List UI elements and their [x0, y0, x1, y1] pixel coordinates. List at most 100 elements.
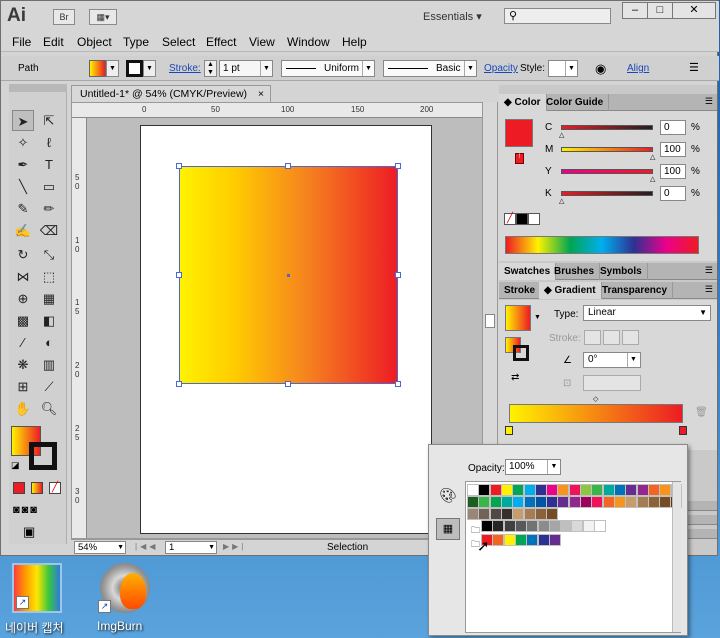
symbol-sprayer-tool-icon[interactable]: ❋	[12, 354, 34, 375]
channel-k-thumb[interactable]: △	[559, 197, 564, 205]
swatch[interactable]	[523, 508, 536, 520]
swatch[interactable]	[647, 496, 660, 508]
menu-select[interactable]: Select	[162, 35, 195, 49]
arrange-documents-button[interactable]: ▦▾	[89, 9, 117, 25]
swatch[interactable]	[489, 484, 502, 496]
swatch[interactable]	[512, 496, 525, 508]
fill-dropdown[interactable]: ▼	[106, 60, 119, 77]
line-tool-icon[interactable]: ╲	[12, 176, 34, 197]
channel-m-field[interactable]: 100	[660, 142, 686, 157]
swatch[interactable]	[526, 520, 539, 532]
menu-object[interactable]: Object	[77, 35, 112, 49]
tab-transparency[interactable]: Transparency	[597, 282, 674, 299]
fill-swatch[interactable]	[89, 60, 106, 77]
swatch[interactable]	[613, 484, 626, 496]
mesh-tool-icon[interactable]: ▩	[12, 310, 34, 331]
swatch[interactable]	[636, 496, 649, 508]
swatch[interactable]	[467, 508, 479, 520]
variable-width-profile[interactable]: Uniform ▼	[281, 60, 375, 77]
channel-k-field[interactable]: 0	[660, 186, 686, 201]
perspective-grid-tool-icon[interactable]: ▦	[38, 288, 60, 309]
swatch[interactable]	[503, 534, 516, 546]
gradient-type-select[interactable]: Linear ▼	[583, 305, 711, 321]
delete-stop-icon[interactable]: 🗑︎	[695, 407, 708, 418]
swatch[interactable]	[512, 508, 525, 520]
rectangle-tool-icon[interactable]: ▭	[38, 176, 60, 197]
menu-effect[interactable]: Effect	[206, 35, 236, 49]
panel-menu-icon[interactable]: ☰	[705, 96, 713, 107]
swatch[interactable]	[591, 484, 604, 496]
naver-capture-icon[interactable]: ↗	[12, 563, 62, 613]
gradient-slider[interactable]	[509, 404, 683, 423]
hand-tool-icon[interactable]: ✋	[12, 398, 34, 419]
swatch[interactable]	[478, 496, 491, 508]
tab-color-guide[interactable]: Color Guide	[541, 94, 610, 111]
swatch[interactable]	[534, 508, 547, 520]
free-transform-tool-icon[interactable]: ⬚	[38, 266, 60, 287]
tab-symbols[interactable]: Symbols	[595, 263, 648, 280]
swatch[interactable]	[625, 496, 638, 508]
swatch[interactable]	[534, 484, 547, 496]
swatch[interactable]	[537, 534, 550, 546]
gradient-stop-red[interactable]	[679, 426, 687, 435]
swatch[interactable]	[514, 534, 527, 546]
selection-handle[interactable]	[285, 163, 291, 169]
type-tool-icon[interactable]: T	[38, 154, 60, 175]
close-tab-icon[interactable]: ×	[258, 86, 264, 102]
stroke-weight-stepper[interactable]: ▲ ▼	[204, 60, 217, 77]
panel-menu-icon[interactable]: ☰	[705, 265, 713, 276]
selection-handle[interactable]	[285, 381, 291, 387]
swatch[interactable]	[560, 520, 573, 532]
swatch[interactable]	[526, 534, 539, 546]
recolor-artwork-icon[interactable]: ◉	[595, 61, 606, 77]
channel-c-slider[interactable]	[561, 125, 653, 130]
selection-handle[interactable]	[176, 163, 182, 169]
swatch[interactable]	[580, 484, 592, 496]
align-link[interactable]: Align	[627, 63, 649, 74]
style-dropdown[interactable]: ▼	[548, 60, 578, 77]
close-button[interactable]: ✕	[672, 2, 716, 19]
swatch[interactable]	[548, 534, 561, 546]
zoom-field[interactable]: 54% ▼	[74, 541, 126, 554]
reverse-gradient-icon[interactable]: ⇄	[511, 372, 519, 383]
artboard[interactable]	[140, 125, 432, 534]
panel-menu-icon[interactable]: ☰	[705, 284, 713, 295]
lasso-tool-icon[interactable]: ℓ	[38, 132, 60, 153]
swatch[interactable]	[613, 496, 626, 508]
opacity-link[interactable]: Opacity	[484, 63, 518, 74]
swatch[interactable]	[523, 484, 536, 496]
swatch[interactable]	[580, 496, 592, 508]
channel-c-field[interactable]: 0	[660, 120, 686, 135]
swatch-scrollbar[interactable]	[672, 482, 681, 632]
zoom-tool-icon[interactable]: 🔍︎	[38, 398, 60, 419]
control-panel-menu-icon[interactable]: ☰	[689, 61, 699, 74]
gradient-tool-icon[interactable]: ◧	[38, 310, 60, 331]
brush-definition[interactable]: Basic ▼	[383, 60, 477, 77]
blob-brush-tool-icon[interactable]: ✍	[12, 220, 34, 241]
swatch[interactable]	[647, 484, 660, 496]
gradient-midpoint[interactable]: ◇	[593, 395, 598, 403]
scroll-thumb[interactable]	[485, 314, 495, 328]
tools-panel-header[interactable]	[9, 84, 67, 92]
draw-modes-icon[interactable]: ◙◙◙	[13, 504, 39, 516]
artboard-nav-prev-icon[interactable]: |◀◀	[135, 542, 158, 551]
magic-wand-tool-icon[interactable]: ✧	[12, 132, 34, 153]
swatch[interactable]	[537, 520, 550, 532]
gradient-stop-yellow[interactable]	[505, 426, 513, 435]
tab-gradient[interactable]: ◆ Gradient	[539, 282, 602, 299]
swatch[interactable]	[546, 496, 559, 508]
stroke-color-box[interactable]	[29, 442, 57, 470]
blend-tool-icon[interactable]: ◐	[38, 332, 60, 353]
menu-view[interactable]: View	[249, 35, 275, 49]
white-swatch[interactable]	[528, 213, 540, 225]
swatch[interactable]	[568, 484, 581, 496]
menu-file[interactable]: File	[12, 35, 31, 49]
swatch[interactable]	[512, 484, 525, 496]
swatch[interactable]	[489, 496, 502, 508]
bridge-button[interactable]: Br	[53, 9, 75, 25]
swatch[interactable]	[659, 484, 672, 496]
artboard-nav-next-icon[interactable]: ▶▶|	[223, 542, 246, 551]
tab-brushes[interactable]: Brushes	[549, 263, 601, 280]
menu-window[interactable]: Window	[287, 35, 330, 49]
swatch[interactable]	[594, 520, 606, 532]
